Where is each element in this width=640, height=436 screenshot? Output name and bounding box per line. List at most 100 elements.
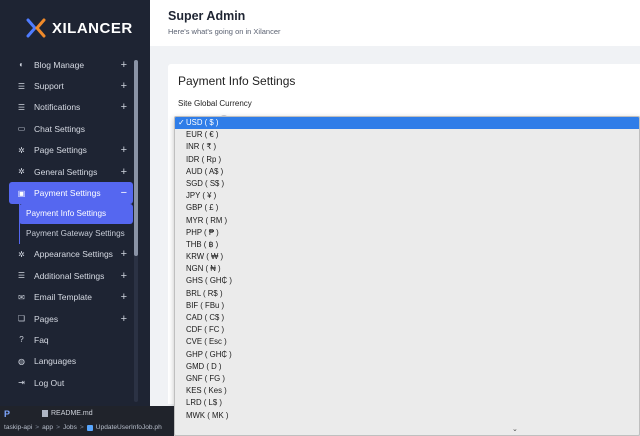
sidebar-item-label: Languages bbox=[34, 356, 77, 367]
currency-option[interactable]: GBP ( £ ) bbox=[175, 202, 639, 214]
currency-option-label: CAD ( C$ ) bbox=[186, 313, 225, 322]
currency-option-label: CDF ( FC ) bbox=[186, 325, 225, 335]
currency-option[interactable]: CAD ( C$ ) bbox=[175, 312, 639, 324]
currency-option[interactable]: GHS ( GH₵ ) bbox=[175, 275, 639, 287]
sidebar-item-label: Faq bbox=[34, 334, 49, 345]
sidebar-item-payment-settings[interactable]: ▣ Payment Settings − bbox=[9, 182, 133, 204]
sidebar-item-notifications[interactable]: ☰ Notifications + bbox=[9, 97, 133, 118]
ide-logo-icon[interactable]: P bbox=[4, 409, 10, 419]
sidebar-scrollbar-thumb[interactable] bbox=[134, 60, 138, 256]
currency-option-label: MYR ( RM ) bbox=[186, 215, 228, 225]
sidebar-item-additional-settings[interactable]: ☰ Additional Settings + bbox=[9, 265, 133, 286]
currency-option-label: GHS ( GH₵ ) bbox=[186, 276, 232, 286]
sidebar-item-page-settings[interactable]: ✲ Page Settings + bbox=[9, 140, 133, 161]
sidebar-item-blog-manage[interactable]: ◐ Blog Manage + bbox=[9, 54, 133, 75]
currency-option-label: IDR ( Rp ) bbox=[186, 154, 222, 164]
open-file-name: README.md bbox=[51, 410, 93, 417]
page-header: Super Admin Here's what's going on in Xi… bbox=[150, 0, 640, 46]
expand-plus-icon[interactable]: + bbox=[121, 313, 127, 325]
currency-option[interactable]: KRW ( ₩ ) bbox=[175, 251, 639, 263]
expand-plus-icon[interactable]: + bbox=[121, 248, 127, 260]
question-icon: ? bbox=[19, 335, 24, 345]
currency-option[interactable]: JPY ( ¥ ) bbox=[175, 190, 639, 202]
php-class-icon bbox=[86, 424, 93, 431]
list-icon: ☰ bbox=[17, 271, 26, 281]
ide-status-bar: P README.md taskip-api > app > Jobs > Up… bbox=[0, 406, 174, 436]
sidebar-item-general-settings[interactable]: ✲ General Settings + bbox=[9, 161, 133, 182]
currency-option-label: NGN ( ₦ ) bbox=[186, 264, 221, 274]
list-icon: ☰ bbox=[17, 81, 26, 91]
sidebar-item-label: Appearance Settings bbox=[34, 249, 113, 260]
currency-option-label: KES ( Kes ) bbox=[186, 386, 227, 396]
breadcrumb-item[interactable]: taskip-api bbox=[4, 424, 32, 431]
currency-option[interactable]: EUR ( € ) bbox=[175, 129, 639, 141]
currency-option[interactable]: KES ( Kes ) bbox=[175, 385, 639, 397]
sidebar-item-chat-settings[interactable]: ▭ Chat Settings bbox=[9, 118, 133, 139]
breadcrumb-separator: > bbox=[35, 424, 40, 431]
sidebar-item-label: Blog Manage bbox=[34, 59, 85, 70]
chat-icon: ▭ bbox=[17, 124, 26, 134]
currency-option[interactable]: CVE ( Esc ) bbox=[175, 336, 639, 348]
sidebar-item-log-out[interactable]: ⇥ Log Out bbox=[9, 372, 133, 393]
currency-option-label: KRW ( ₩ ) bbox=[186, 252, 224, 262]
expand-plus-icon[interactable]: + bbox=[121, 144, 127, 156]
xilancer-logo-icon bbox=[26, 18, 46, 38]
expand-plus-icon[interactable]: + bbox=[121, 166, 127, 178]
currency-option[interactable]: GMD ( D ) bbox=[175, 361, 639, 373]
currency-option[interactable]: PHP ( ₱ ) bbox=[175, 227, 639, 239]
submenu-item-payment-gateway-settings[interactable]: Payment Gateway Settings bbox=[19, 224, 133, 244]
currency-option[interactable]: INR ( ₹ ) bbox=[175, 141, 639, 153]
wallet-icon: ▣ bbox=[17, 188, 26, 198]
currency-option[interactable]: GHP ( GH₵ ) bbox=[175, 349, 639, 361]
sidebar-item-languages[interactable]: ◍ Languages bbox=[9, 351, 133, 372]
brand-logo[interactable]: XILANCER bbox=[26, 16, 133, 40]
currency-option-label: GBP ( £ ) bbox=[186, 203, 219, 213]
currency-dropdown-list[interactable]: ✓USD ( $ ) EUR ( € ) INR ( ₹ ) IDR ( Rp ) AU… bbox=[174, 116, 640, 436]
breadcrumb-item[interactable]: UpdateUserInfoJob.ph bbox=[96, 424, 162, 431]
sidebar-item-email-template[interactable]: ✉ Email Template + bbox=[9, 287, 133, 308]
collapse-minus-icon[interactable]: − bbox=[121, 187, 127, 199]
currency-option[interactable]: ✓USD ( $ ) bbox=[175, 117, 639, 130]
currency-option-label: BRL ( R$ ) bbox=[186, 288, 223, 298]
expand-plus-icon[interactable]: + bbox=[121, 270, 127, 282]
breadcrumb-separator: > bbox=[79, 424, 84, 431]
currency-option[interactable]: SGD ( S$ ) bbox=[175, 178, 639, 190]
currency-option[interactable]: IDR ( Rp ) bbox=[175, 154, 639, 166]
currency-option[interactable]: NGN ( ₦ ) bbox=[175, 263, 639, 275]
currency-option-label: INR ( ₹ ) bbox=[186, 142, 217, 152]
status-row-top: P README.md bbox=[0, 408, 174, 420]
currency-option[interactable]: CDF ( FC ) bbox=[175, 324, 639, 336]
expand-plus-icon[interactable]: + bbox=[121, 80, 127, 92]
currency-option-label: SGD ( S$ ) bbox=[186, 178, 225, 188]
sidebar-item-pages[interactable]: ❏ Pages + bbox=[9, 308, 133, 329]
breadcrumb-item[interactable]: app bbox=[42, 424, 53, 431]
currency-option[interactable]: MYR ( RM ) bbox=[175, 215, 639, 227]
pages-icon: ❏ bbox=[17, 314, 26, 324]
sidebar-item-label: Support bbox=[34, 81, 64, 92]
expand-plus-icon[interactable]: + bbox=[121, 59, 127, 71]
gear-icon: ✲ bbox=[18, 249, 25, 259]
currency-option[interactable]: THB ( ฿ ) bbox=[175, 239, 639, 251]
currency-option-label: USD ( $ ) bbox=[186, 118, 219, 127]
currency-option-label: CVE ( Esc ) bbox=[186, 337, 227, 347]
expand-plus-icon[interactable]: + bbox=[121, 101, 127, 113]
blog-icon: ◐ bbox=[19, 60, 24, 70]
expand-plus-icon[interactable]: + bbox=[121, 291, 127, 303]
currency-option[interactable]: BIF ( FBu ) bbox=[175, 300, 639, 312]
submenu-item-payment-info-settings[interactable]: Payment Info Settings bbox=[19, 203, 133, 224]
currency-option[interactable]: MWK ( MK ) bbox=[175, 410, 639, 422]
sidebar-item-support[interactable]: ☰ Support + bbox=[9, 75, 133, 96]
breadcrumb-item[interactable]: Jobs bbox=[63, 424, 77, 431]
sidebar-item-faq[interactable]: ? Faq bbox=[9, 329, 133, 350]
currency-option[interactable]: BRL ( R$ ) bbox=[175, 288, 639, 300]
scroll-down-arrow-icon[interactable]: ⌄ bbox=[512, 425, 518, 433]
page-subtitle: Here's what's going on in Xilancer bbox=[168, 27, 281, 36]
currency-option[interactable]: AUD ( A$ ) bbox=[175, 166, 639, 178]
sidebar-item-appearance-settings[interactable]: ✲ Appearance Settings + bbox=[9, 244, 133, 265]
gear-icon: ✲ bbox=[18, 167, 25, 177]
sidebar-item-label: Pages bbox=[34, 313, 59, 324]
currency-option[interactable]: GNF ( FG ) bbox=[175, 373, 639, 385]
globe-icon: ◍ bbox=[18, 356, 25, 366]
open-file-tab[interactable]: README.md bbox=[42, 410, 93, 417]
currency-option[interactable]: LRD ( L$ ) bbox=[175, 397, 639, 409]
